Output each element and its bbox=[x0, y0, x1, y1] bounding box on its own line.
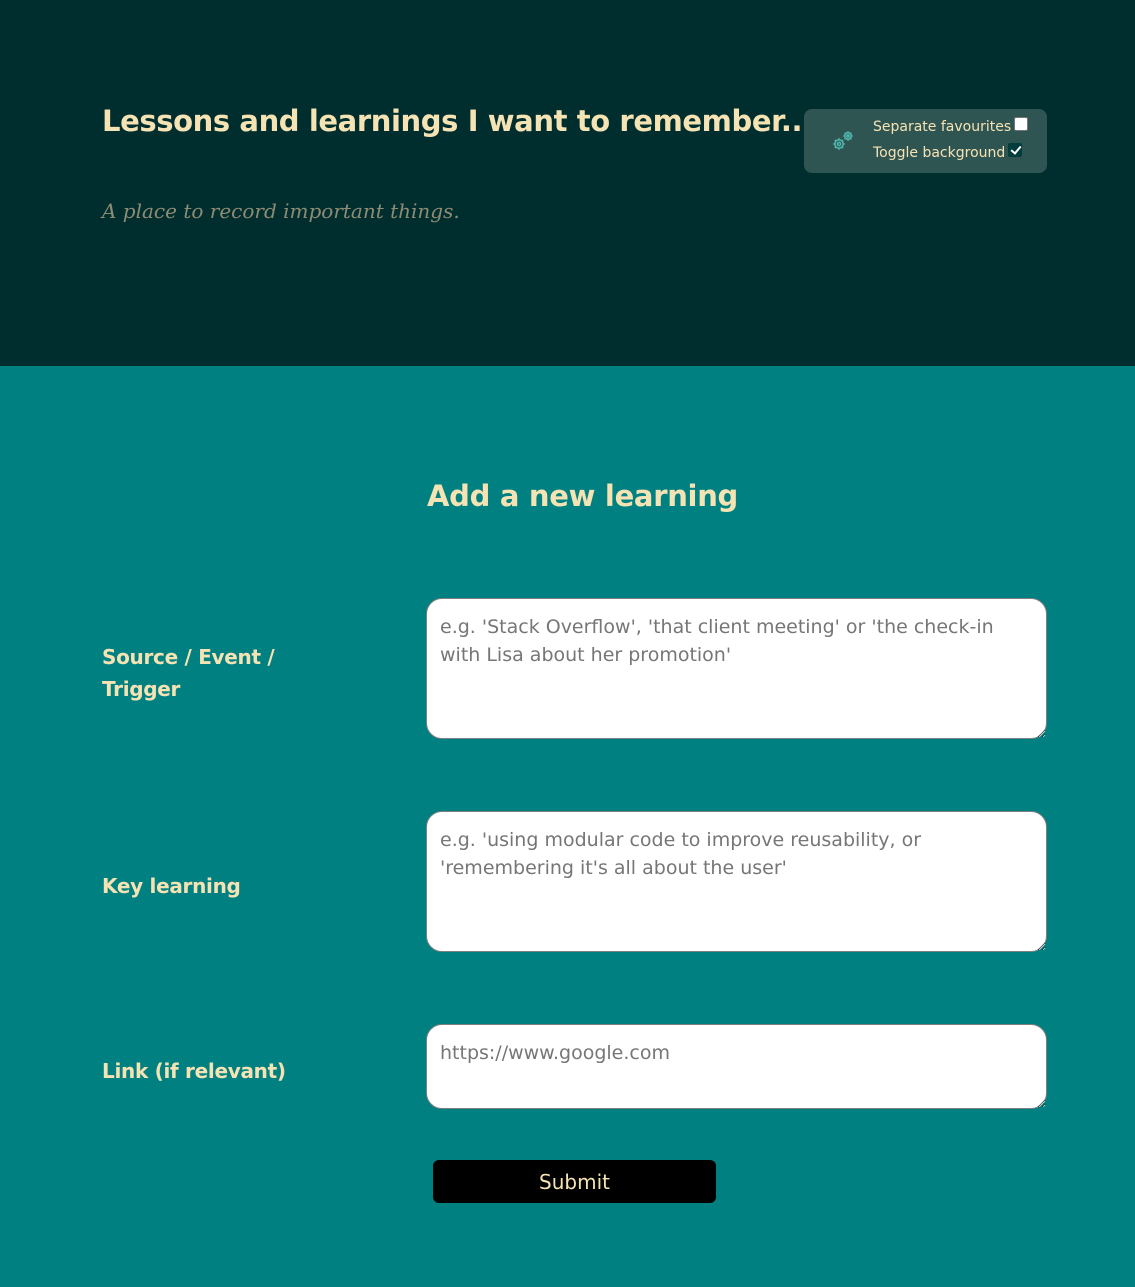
toggle-background-label: Toggle background bbox=[873, 145, 1006, 161]
page-title: Lessons and learnings I want to remember… bbox=[102, 104, 813, 138]
page-subtitle: A place to record important things. bbox=[102, 199, 460, 223]
page-header: Lessons and learnings I want to remember… bbox=[0, 0, 1135, 366]
toggle-background-toggle[interactable]: Toggle background bbox=[873, 143, 1023, 163]
settings-panel: Separate favourites Toggle background bbox=[804, 109, 1047, 173]
link-input[interactable] bbox=[426, 1024, 1047, 1109]
key-learning-label: Key learning bbox=[102, 874, 241, 898]
source-event-trigger-label: Source / Event / Trigger bbox=[102, 645, 275, 701]
separate-favourites-checkbox[interactable] bbox=[1014, 117, 1029, 131]
gears-icon bbox=[833, 131, 853, 150]
toggle-background-checkbox[interactable] bbox=[1008, 143, 1023, 157]
submit-button[interactable]: Submit bbox=[433, 1160, 716, 1203]
source-event-trigger-input[interactable] bbox=[426, 598, 1047, 739]
link-label: Link (if relevant) bbox=[102, 1059, 286, 1083]
form-heading: Add a new learning bbox=[427, 479, 738, 513]
separate-favourites-label: Separate favourites bbox=[873, 119, 1012, 135]
key-learning-input[interactable] bbox=[426, 811, 1047, 952]
separate-favourites-toggle[interactable]: Separate favourites bbox=[873, 117, 1029, 137]
